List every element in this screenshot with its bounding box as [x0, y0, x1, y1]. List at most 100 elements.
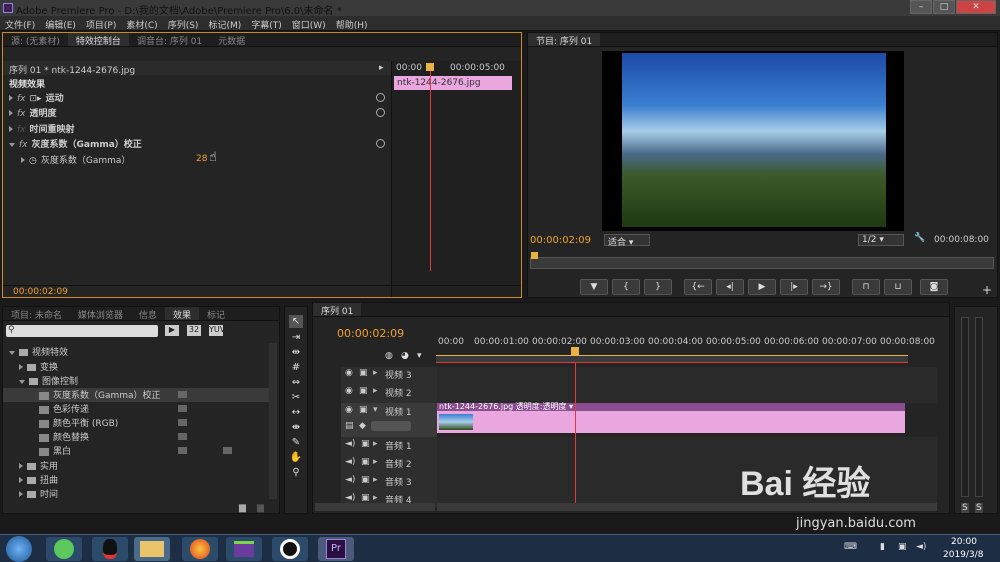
snap-icon[interactable]: ◍ — [385, 351, 393, 361]
selection-tool-icon[interactable]: ↖ — [289, 315, 303, 328]
tab-program[interactable]: 节目: 序列 01 — [528, 33, 601, 46]
lock-icon[interactable]: ▣ — [359, 368, 368, 378]
clip-header[interactable]: ntk-1244-2676.jpg 透明度:透明度 ▾ — [437, 403, 905, 411]
volume-icon[interactable]: ◄) — [916, 542, 926, 552]
tab-source[interactable]: 源: (无素材) — [3, 33, 68, 46]
fx-icon[interactable]: fx — [17, 94, 26, 104]
expand-icon[interactable] — [9, 95, 13, 101]
timeline-ruler[interactable]: 00:00 00:00:01:00 00:00:02:00 00:00:03:0… — [436, 333, 936, 367]
program-scrub-bar[interactable] — [530, 252, 994, 269]
playhead-marker-icon[interactable] — [426, 63, 434, 71]
tree-image-control[interactable]: 图像控制 — [3, 374, 277, 388]
effect-row-motion[interactable]: fx ⊡▸ 运动 — [3, 91, 391, 106]
tree-gamma-correction[interactable]: 灰度系数（Gamma）校正 — [3, 388, 277, 402]
speaker-icon[interactable]: ◄) — [345, 493, 355, 503]
go-to-in-button[interactable]: {← — [684, 279, 712, 295]
mark-out-button[interactable]: } — [644, 279, 672, 295]
slip-tool-icon[interactable]: ↔ — [289, 406, 303, 419]
rolling-edit-tool-icon[interactable]: # — [289, 361, 303, 374]
collapse-icon[interactable] — [19, 380, 25, 384]
keyboard-icon[interactable]: ⌨ — [844, 542, 857, 552]
tray-icon[interactable]: ▣ — [898, 542, 907, 552]
menu-edit[interactable]: 编辑(E) — [40, 16, 81, 31]
wrench-icon[interactable]: 🔧 — [914, 233, 925, 243]
effect-row-gamma[interactable]: fx 灰度系数（Gamma）校正 — [3, 137, 391, 152]
reset-icon[interactable] — [376, 139, 385, 148]
tree-distort[interactable]: 扭曲 — [3, 473, 277, 487]
close-button[interactable]: ✕ — [956, 0, 996, 14]
expand-icon[interactable]: ▸ — [373, 493, 378, 503]
collapse-icon[interactable] — [9, 143, 15, 147]
menu-file[interactable]: 文件(F) — [0, 16, 40, 31]
razor-tool-icon[interactable]: ✂ — [289, 391, 303, 404]
tab-media-browser[interactable]: 媒体浏览器 — [70, 307, 131, 320]
lock-icon[interactable]: ▣ — [361, 475, 370, 485]
video-editor-icon[interactable] — [226, 537, 262, 561]
tree-color-replace[interactable]: 颜色替换 — [3, 430, 277, 444]
playhead-marker-icon[interactable] — [571, 347, 579, 355]
menu-help[interactable]: 帮助(H) — [331, 16, 373, 31]
reset-icon[interactable] — [376, 108, 385, 117]
slide-tool-icon[interactable]: ⇼ — [289, 421, 303, 434]
qq-icon[interactable] — [92, 537, 128, 561]
effect-row-opacity[interactable]: fx 透明度 — [3, 106, 391, 121]
step-back-button[interactable]: ◂| — [716, 279, 744, 295]
hand-tool-icon[interactable]: ✋ — [289, 451, 303, 464]
new-folder-icon[interactable]: ▆ — [239, 503, 246, 513]
mark-in-button[interactable]: { — [612, 279, 640, 295]
play-button[interactable]: ▶ — [748, 279, 776, 295]
tab-sequence[interactable]: 序列 01 — [313, 303, 362, 316]
tree-color-balance-rgb[interactable]: 颜色平衡 (RGB) — [3, 416, 277, 430]
arrow-right-icon[interactable]: ▸ — [379, 63, 384, 73]
export-frame-button[interactable]: ◙ — [920, 279, 948, 295]
stopwatch-icon[interactable]: ◷ — [29, 156, 37, 166]
minimize-button[interactable]: – — [910, 0, 932, 14]
collapse-icon[interactable] — [9, 351, 15, 355]
menu-window[interactable]: 窗口(W) — [287, 16, 331, 31]
expand-icon[interactable]: ▸ — [373, 368, 378, 378]
accelerated-effects-icon[interactable]: ▶ — [165, 325, 179, 336]
timeline-timecode[interactable]: 00:00:02:09 — [337, 327, 404, 340]
reset-icon[interactable] — [376, 93, 385, 102]
speaker-icon[interactable]: ◄) — [345, 475, 355, 485]
expand-icon[interactable] — [19, 491, 23, 497]
effect-row-time-remap[interactable]: fx 时间重映射 — [3, 122, 391, 137]
effect-timeline[interactable]: 00:00 00:00:05:00 ntk-1244-2676.jpg — [391, 61, 521, 297]
step-forward-button[interactable]: |▸ — [780, 279, 808, 295]
tab-effect-controls[interactable]: 特效控制台 — [67, 33, 129, 46]
start-button[interactable] — [6, 536, 32, 562]
expand-icon[interactable]: ▸ — [373, 475, 378, 485]
expand-icon[interactable] — [9, 110, 13, 116]
ripple-edit-tool-icon[interactable]: ⇹ — [289, 346, 303, 359]
menu-title[interactable]: 字幕(T) — [246, 16, 287, 31]
expand-icon[interactable]: ▸ — [373, 439, 378, 449]
eye-icon[interactable]: ◉ — [345, 386, 353, 396]
marker-icon[interactable]: ▾ — [417, 351, 422, 361]
tree-color-pass[interactable]: 色彩传递 — [3, 402, 277, 416]
tree-utility[interactable]: 实用 — [3, 459, 277, 473]
tab-markers[interactable]: 标记 — [199, 307, 233, 320]
eye-icon[interactable]: ◉ — [345, 405, 353, 415]
tree-time[interactable]: 时间 — [3, 487, 277, 501]
video-clip[interactable] — [437, 411, 905, 433]
screen-recorder-icon[interactable] — [272, 537, 308, 561]
playhead-marker-icon[interactable] — [531, 252, 538, 259]
network-icon[interactable]: ▮ — [880, 542, 885, 552]
tree-transform[interactable]: 变换 — [3, 360, 277, 374]
fx-icon[interactable]: fx — [17, 109, 26, 119]
lock-icon[interactable]: ▣ — [361, 439, 370, 449]
zoom-tool-icon[interactable]: ⚲ — [289, 466, 303, 479]
speaker-icon[interactable]: ◄) — [345, 439, 355, 449]
expand-icon[interactable] — [19, 364, 23, 370]
tab-metadata[interactable]: 元数据 — [210, 33, 253, 46]
tree-video-effects[interactable]: 视频特效 — [3, 345, 277, 359]
fit-dropdown[interactable]: 适合 ▾ — [604, 234, 650, 248]
keyframe-icon[interactable]: ◆ — [359, 421, 366, 431]
menu-sequence[interactable]: 序列(S) — [163, 16, 204, 31]
track-select-tool-icon[interactable]: ⇥ — [289, 331, 303, 344]
lock-icon[interactable]: ▣ — [361, 493, 370, 503]
tab-audio-mixer[interactable]: 调音台: 序列 01 — [129, 33, 210, 46]
delete-icon[interactable]: ▆ — [257, 503, 264, 513]
yuv-effects-icon[interactable]: YUV — [209, 325, 225, 336]
fx-icon[interactable]: fx — [19, 140, 28, 150]
